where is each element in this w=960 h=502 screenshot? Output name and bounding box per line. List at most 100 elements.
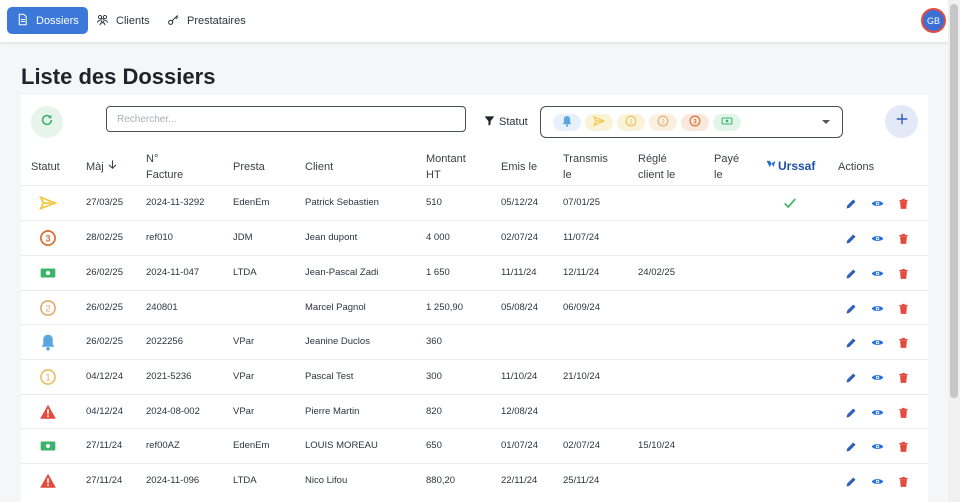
delete-icon[interactable] (898, 371, 909, 383)
cell-facture: 240801 (146, 302, 178, 313)
header-emis[interactable]: Emis le (501, 159, 537, 175)
edit-icon[interactable] (845, 336, 857, 348)
filter-chip-bell[interactable] (553, 114, 581, 131)
edit-icon[interactable] (845, 197, 857, 209)
header-montant[interactable]: Montant HT (426, 151, 466, 183)
view-icon[interactable] (871, 197, 884, 209)
edit-icon[interactable] (845, 406, 857, 418)
delete-icon[interactable] (898, 406, 909, 418)
edit-icon[interactable] (845, 475, 857, 487)
search-input[interactable] (106, 106, 466, 132)
header-transmis-line2: le (563, 169, 572, 181)
view-icon[interactable] (871, 302, 884, 314)
refresh-icon (40, 113, 54, 132)
header-regle-line2: client le (638, 169, 676, 181)
status-step-1-icon: 1 (39, 368, 57, 386)
header-statut[interactable]: Statut (31, 159, 60, 175)
header-facture[interactable]: N° Facture (146, 151, 183, 183)
view-icon[interactable] (871, 440, 884, 452)
table-row[interactable]: 1 04/12/24 2021-5236 VPar Pascal Test 30… (21, 359, 928, 394)
add-dossier-button[interactable] (885, 105, 918, 138)
filter-chip-step-2[interactable]: 2 (649, 114, 677, 131)
delete-icon[interactable] (898, 440, 909, 452)
header-urssaf[interactable]: Urssaf (766, 158, 815, 174)
filter-chip-step-3[interactable]: 3 (681, 114, 709, 131)
cell-maj: 04/12/24 (86, 406, 123, 417)
page-title: Liste des Dossiers (21, 64, 216, 89)
table-row[interactable]: 27/11/24 ref00AZ EdenEm LOUIS MOREAU 650… (21, 428, 928, 463)
cell-facture: 2024-11-096 (146, 475, 200, 486)
view-icon[interactable] (871, 336, 884, 348)
vertical-scrollbar-thumb[interactable] (950, 4, 958, 398)
step-3-icon: 3 (689, 114, 701, 132)
filter-chip-step-1[interactable]: 1 (617, 114, 645, 131)
header-maj[interactable]: Màj (86, 159, 118, 175)
cell-regle: 15/10/24 (638, 440, 675, 451)
cell-client: Pascal Test (305, 371, 354, 382)
table-row[interactable]: 26/02/25 2024-11-047 LTDA Jean-Pascal Za… (21, 255, 928, 290)
table-row[interactable]: 27/03/25 2024-11-3292 EdenEm Patrick Seb… (21, 185, 928, 220)
cell-facture: ref00AZ (146, 440, 180, 451)
step-1-icon: 1 (625, 114, 637, 132)
cell-emis: 11/10/24 (501, 371, 538, 382)
cell-montant: 1 650 (426, 267, 450, 278)
delete-icon[interactable] (898, 336, 909, 348)
statut-label-text: Statut (499, 116, 528, 128)
header-transmis-line1: Transmis (563, 153, 608, 165)
delete-icon[interactable] (898, 302, 909, 314)
cell-presta: LTDA (233, 267, 257, 278)
delete-icon[interactable] (898, 475, 909, 487)
edit-icon[interactable] (845, 371, 857, 383)
cell-maj: 28/02/25 (86, 232, 123, 243)
chevron-down-icon[interactable] (822, 120, 830, 124)
filter-chip-money[interactable] (713, 114, 741, 131)
delete-icon[interactable] (898, 267, 909, 279)
status-send-icon (38, 194, 58, 212)
table-row[interactable]: 26/02/25 2022256 VPar Jeanine Duclos 360 (21, 324, 928, 359)
cell-facture: 2024-11-047 (146, 267, 200, 278)
header-presta[interactable]: Presta (233, 159, 265, 175)
table-row[interactable]: 2 26/02/25 240801 Marcel Pagnol 1 250,90… (21, 290, 928, 325)
delete-icon[interactable] (898, 197, 909, 209)
header-actions: Actions (838, 161, 875, 173)
cell-montant: 650 (426, 440, 442, 451)
view-icon[interactable] (871, 267, 884, 279)
view-icon[interactable] (871, 406, 884, 418)
edit-icon[interactable] (845, 302, 857, 314)
view-icon[interactable] (871, 371, 884, 383)
cell-emis: 05/12/24 (501, 197, 538, 208)
cell-transmis: 11/07/24 (563, 232, 600, 243)
filter-chip-send[interactable] (585, 114, 613, 131)
header-montant-line1: Montant (426, 153, 466, 165)
nav-prestataires-button[interactable]: Prestataires (158, 7, 255, 34)
cell-montant: 510 (426, 197, 442, 208)
cell-transmis: 21/10/24 (563, 371, 600, 382)
cell-emis: 11/11/24 (501, 267, 537, 278)
nav-clients-button[interactable]: Clients (87, 7, 159, 34)
cell-presta: EdenEm (233, 440, 270, 451)
cell-emis: 02/07/24 (501, 232, 538, 243)
cell-client: Jeanine Duclos (305, 336, 370, 347)
cell-montant: 880,20 (426, 475, 456, 486)
view-icon[interactable] (871, 475, 884, 487)
header-transmis[interactable]: Transmis le (563, 151, 608, 183)
table-row[interactable]: 3 28/02/25 ref010 JDM Jean dupont 4 000 … (21, 220, 928, 255)
cell-presta: EdenEm (233, 197, 270, 208)
refresh-button[interactable] (31, 106, 63, 138)
view-icon[interactable] (871, 232, 884, 244)
table-row[interactable]: 27/11/24 2024-11-096 LTDA Nico Lifou 880… (21, 463, 928, 498)
nav-dossiers-button[interactable]: Dossiers (7, 7, 88, 34)
cell-montant: 360 (426, 336, 442, 347)
header-paye-line2: le (714, 169, 723, 181)
edit-icon[interactable] (845, 440, 857, 452)
edit-icon[interactable] (845, 232, 857, 244)
header-client[interactable]: Client (305, 159, 333, 175)
header-regle[interactable]: Réglé client le (638, 151, 675, 183)
delete-icon[interactable] (898, 232, 909, 244)
header-paye[interactable]: Payé le (714, 151, 739, 183)
avatar[interactable]: GB (921, 8, 946, 33)
table-row[interactable]: 04/12/24 2024-08-002 VPar Pierre Martin … (21, 394, 928, 429)
edit-icon[interactable] (845, 267, 857, 279)
statut-multiselect[interactable]: 1 2 3 (540, 106, 843, 138)
svg-text:2: 2 (45, 303, 50, 314)
